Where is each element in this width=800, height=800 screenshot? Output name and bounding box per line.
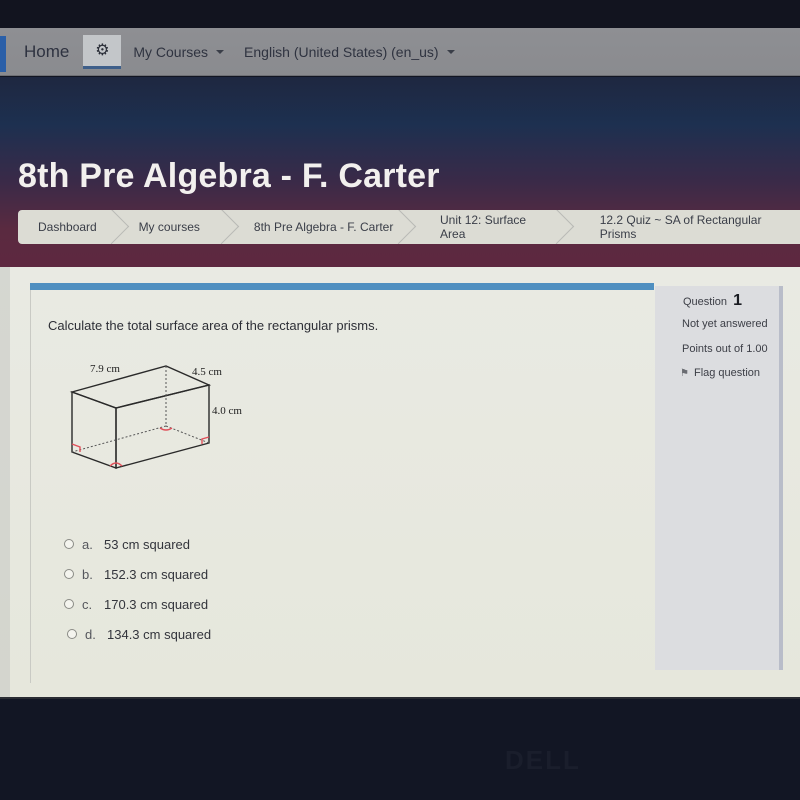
answer-text: 134.3 cm squared [107, 626, 212, 642]
length-label: 7.9 cm [90, 363, 120, 375]
breadcrumb-separator [219, 210, 239, 244]
breadcrumb-label: Unit 12: Surface Area [440, 213, 527, 241]
breadcrumb-quiz[interactable]: 12.2 Quiz ~ SA of Rectangular Prisms [574, 210, 800, 244]
language-label: English (United States) (en_us) [244, 43, 439, 60]
answer-letter: c. [82, 596, 93, 612]
right-angle-marker [159, 427, 173, 431]
gears-icon: ⚙ [95, 42, 110, 59]
answer-letter: b. [82, 566, 93, 582]
height-label: 4.0 cm [212, 405, 242, 417]
breadcrumb-label: Dashboard [38, 220, 97, 234]
answer-letter: a. [82, 536, 93, 552]
nav-home-link[interactable]: Home [24, 42, 69, 62]
breadcrumb-label: 8th Pre Algebra - F. Carter [253, 220, 394, 234]
radio-button[interactable] [64, 569, 74, 579]
monitor-bezel-top [0, 0, 800, 28]
prism-front-face [71, 391, 117, 469]
question-border [30, 290, 31, 683]
my-courses-menu[interactable]: My Courses [133, 43, 225, 60]
question-number: 1 [733, 292, 742, 309]
question-number-label: Question 1 [683, 292, 742, 310]
breadcrumb: Dashboard My courses 8th Pre Algebra - F… [18, 210, 800, 244]
page-header: 8th Pre Algebra - F. Carter Dashboard My… [0, 77, 800, 267]
breadcrumb-label: 12.2 Quiz ~ SA of Rectangular Prisms [599, 213, 762, 241]
breadcrumb-label: My courses [138, 220, 200, 234]
page-edge-shadow [0, 267, 10, 697]
breadcrumb-unit[interactable]: Unit 12: Surface Area [416, 210, 574, 244]
breadcrumb-separator [109, 210, 129, 244]
question-accent-bar [30, 283, 654, 290]
question-grade: Points out of 1.00 [682, 343, 768, 355]
radio-button[interactable] [64, 539, 74, 549]
breadcrumb-dashboard[interactable]: Dashboard [18, 210, 129, 244]
radio-button[interactable] [64, 599, 74, 609]
top-navbar: Home ⚙ My Courses English (United States… [0, 28, 800, 76]
flag-question-label: Flag question [693, 367, 761, 379]
answer-option-a[interactable]: a. 53 cm squared [64, 529, 211, 559]
breadcrumb-separator [554, 210, 574, 244]
answer-text: 53 cm squared [104, 536, 190, 552]
my-courses-label: My Courses [133, 43, 209, 60]
question-state: Not yet answered [682, 318, 768, 330]
chevron-down-icon [446, 49, 455, 54]
rectangular-prism-figure: 7.9 cm 4.5 cm 4.0 cm [69, 363, 242, 469]
answer-text: 152.3 cm squared [104, 566, 209, 582]
answer-option-b[interactable]: b. 152.3 cm squared [64, 559, 211, 589]
width-label: 4.5 cm [192, 366, 222, 378]
breadcrumb-course[interactable]: 8th Pre Algebra - F. Carter [239, 210, 416, 244]
answer-list: a. 53 cm squared b. 152.3 cm squared c. … [64, 529, 211, 649]
flag-question-link[interactable]: ⚑ Flag question [680, 367, 760, 379]
prism-side-face [115, 384, 210, 469]
nav-drawer-toggle[interactable] [0, 36, 6, 72]
answer-option-d[interactable]: d. 134.3 cm squared [67, 619, 211, 649]
question-text: Calculate the total surface area of the … [48, 318, 379, 333]
answer-option-c[interactable]: c. 170.3 cm squared [64, 589, 211, 619]
question-label: Question [683, 296, 728, 308]
breadcrumb-separator [396, 210, 416, 244]
language-menu[interactable]: English (United States) (en_us) [244, 44, 455, 60]
answer-text: 170.3 cm squared [104, 596, 209, 612]
course-title: 8th Pre Algebra - F. Carter [18, 157, 440, 195]
prism-hidden-edge [71, 425, 167, 453]
flag-icon: ⚑ [680, 367, 689, 379]
chevron-down-icon [216, 49, 225, 54]
breadcrumb-my-courses[interactable]: My courses [129, 210, 239, 244]
radio-button[interactable] [67, 629, 77, 639]
settings-menu-button[interactable]: ⚙ [83, 34, 122, 69]
monitor-brand-logo: DELL [505, 745, 581, 775]
answer-letter: d. [85, 626, 96, 642]
question-info-panel: Question 1 Not yet answered Points out o… [655, 286, 783, 670]
monitor-bezel-bottom [0, 697, 800, 800]
